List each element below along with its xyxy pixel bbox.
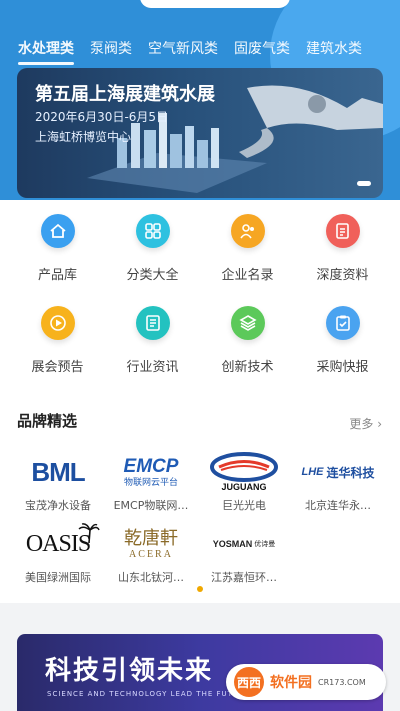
- watermark-badge: 西西: [234, 667, 264, 697]
- carousel-indicator: [357, 181, 371, 186]
- grid-item-in-depth-materials[interactable]: 深度资料: [303, 210, 383, 302]
- grid-item-company-directory[interactable]: 企业名录: [208, 210, 288, 302]
- search-bar[interactable]: [140, 0, 290, 8]
- tech-banner-title: 科技引领未来: [45, 656, 214, 686]
- banner-date: 2020年6月30日-6月5日: [35, 110, 169, 124]
- grid-item-categories[interactable]: 分类大全: [113, 210, 193, 302]
- grid-item-industry-news[interactable]: 行业资讯: [113, 302, 193, 394]
- more-link[interactable]: 更多 ›: [349, 415, 382, 432]
- grid-item-procurement-bulletin[interactable]: 采购快报: [303, 302, 383, 394]
- tab-water-treatment[interactable]: 水处理类: [18, 38, 74, 65]
- grid-item-label: 采购快报: [316, 360, 369, 375]
- tab-fresh-air[interactable]: 空气新风类: [148, 38, 218, 58]
- home-icon: [40, 214, 75, 248]
- clipboard-icon: [325, 306, 360, 340]
- brand-logo: OASIS: [10, 522, 106, 566]
- brand-card[interactable]: JUGUANG 巨光光电: [196, 450, 292, 513]
- grid-item-label: 产品库: [37, 268, 77, 283]
- brand-card[interactable]: BML 宝茂净水设备: [10, 450, 106, 513]
- palm-tree-icon: [78, 523, 100, 544]
- brand-card[interactable]: YOSMAN 优诗曼 江苏嘉恒环…: [196, 522, 292, 585]
- grid-item-label: 分类大全: [126, 268, 179, 283]
- juguang-emblem-icon: [210, 452, 278, 482]
- feature-grid: 产品库 分类大全 企业名录 深度资料 展会预告 行业资讯 创新技术 采购快报: [0, 210, 400, 394]
- grid-item-label: 深度资料: [316, 268, 369, 283]
- tab-building-water[interactable]: 建筑水类: [306, 38, 362, 58]
- category-tabs: 水处理类 泵阀类 空气新风类 固废气类 建筑水类: [0, 30, 400, 66]
- brand-pager-indicator: [197, 586, 203, 592]
- tab-pumps-valves[interactable]: 泵阀类: [90, 38, 132, 58]
- brand-name: 山东北钛河…: [118, 571, 184, 584]
- brand-name: 北京连华永…: [305, 499, 371, 512]
- brand-logo: YOSMAN 优诗曼: [212, 539, 276, 549]
- brand-logo: EMCP 物联网云平台: [123, 456, 179, 488]
- expo-banner[interactable]: 第五届上海展建筑水展 2020年6月30日-6月5日 上海虹桥博览中心: [17, 68, 383, 198]
- grid-item-exhibition-preview[interactable]: 展会预告: [18, 302, 98, 394]
- news-icon: [135, 306, 170, 340]
- brand-logo: JUGUANG: [196, 450, 292, 494]
- banner-title: 第五届上海展建筑水展: [35, 84, 215, 105]
- document-icon: [325, 214, 360, 248]
- people-icon: [230, 214, 265, 248]
- brand-logo: 乾唐軒 ACERA: [124, 527, 178, 560]
- brand-card[interactable]: EMCP 物联网云平台 EMCP物联网…: [103, 450, 199, 513]
- grid-item-product-library[interactable]: 产品库: [18, 210, 98, 302]
- tab-solid-waste[interactable]: 固废气类: [234, 38, 290, 58]
- brand-logo: LHE 连华科技: [301, 465, 375, 480]
- banner-venue: 上海虹桥博览中心: [35, 130, 132, 144]
- layers-icon: [230, 306, 265, 340]
- watermark: 西西 软件园 CR173.COM: [226, 664, 386, 700]
- grid-item-label: 行业资讯: [126, 360, 179, 375]
- watermark-url: CR173.COM: [318, 677, 366, 687]
- featured-brands-section: 品牌精选 更多 › BML 宝茂净水设备 EMCP 物联网云平台 EMCP物联网…: [0, 400, 400, 600]
- brand-name: EMCP物联网…: [113, 499, 189, 512]
- brand-logo: BML: [31, 456, 85, 487]
- brand-name: 宝茂净水设备: [25, 499, 91, 512]
- category-icon: [135, 214, 170, 248]
- brand-card[interactable]: 乾唐軒 ACERA 山东北钛河…: [103, 522, 199, 585]
- grid-item-label: 企业名录: [221, 268, 274, 283]
- brand-name: 美国绿洲国际: [25, 571, 91, 584]
- grid-item-label: 创新技术: [221, 360, 274, 375]
- play-icon: [40, 306, 75, 340]
- brand-card[interactable]: LHE 连华科技 北京连华永…: [290, 450, 386, 513]
- watermark-title: 软件园: [270, 675, 312, 691]
- tech-banner-subtitle: SCIENCE AND TECHNOLOGY LEAD THE FUTURE: [47, 690, 251, 698]
- brand-name: 江苏嘉恒环…: [211, 571, 277, 584]
- brand-card[interactable]: OASIS 美国绿洲国际: [10, 522, 106, 585]
- brand-name: 巨光光电: [222, 499, 266, 512]
- grid-item-innovation-tech[interactable]: 创新技术: [208, 302, 288, 394]
- grid-item-label: 展会预告: [31, 360, 84, 375]
- section-title: 品牌精选: [17, 412, 78, 430]
